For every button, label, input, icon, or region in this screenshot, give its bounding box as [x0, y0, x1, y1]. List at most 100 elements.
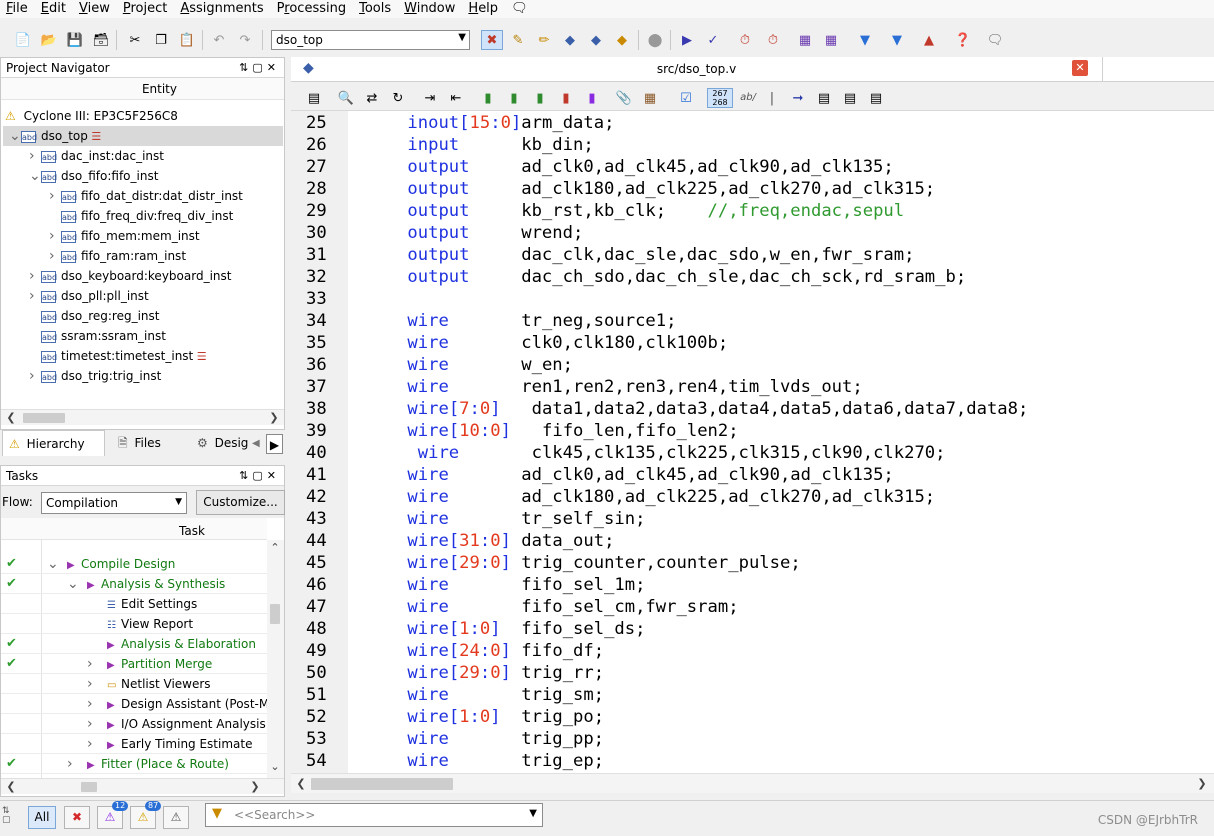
code-line[interactable] [291, 288, 1214, 310]
collapse-icon[interactable]: ⌄ [29, 166, 41, 186]
code-line[interactable]: wire tr_neg,source1; [291, 310, 1214, 332]
start-compilation-icon[interactable]: ▶ [676, 30, 698, 50]
task-row[interactable]: › ▶ Early Timing Estimate [1, 734, 267, 754]
filter-all-button[interactable]: All [28, 806, 56, 829]
undo-icon[interactable]: ↶ [208, 30, 230, 50]
device-row[interactable]: ⚠ Cyclone III: EP3C5F256C8 [5, 106, 178, 126]
code-line[interactable]: wire clk0,clk180,clk100b; [291, 332, 1214, 354]
goto-line-icon[interactable]: ↻ [387, 88, 409, 108]
collapse-icon[interactable]: ⌄ [9, 126, 21, 146]
task-row[interactable]: ✔ ⌄ ▶ Analysis & Synthesis [1, 574, 267, 594]
scroll-left-icon[interactable]: ❮ [293, 776, 309, 792]
rtl-viewer-icon[interactable]: ▦ [820, 30, 842, 50]
pin-planner-icon[interactable]: ✎ [507, 30, 529, 50]
menu-project[interactable]: Project [117, 0, 175, 18]
expand-icon[interactable]: › [29, 366, 41, 386]
tab-files[interactable]: 🗎 Files [112, 430, 184, 456]
code-line[interactable]: output kb_rst,kb_clk; //,freq,endac,sepu… [291, 200, 1214, 222]
task-row[interactable]: ✔ ⌄ ▶ Compile Design [1, 554, 267, 574]
customize-button[interactable]: Customize... [196, 490, 285, 515]
stop-icon[interactable]: ⬤ [644, 30, 666, 50]
code-line[interactable]: wire[24:0] fifo_df; [291, 640, 1214, 662]
filter-suppressed-button[interactable]: ⚠ [163, 806, 189, 829]
tree-item[interactable]: abd ssram:ssram_inst [29, 326, 166, 346]
find-icon[interactable]: 🔍 [335, 88, 357, 108]
scroll-down-icon[interactable]: ⌄ [267, 759, 283, 775]
tab-design-units[interactable]: ⚙ Desig [191, 430, 251, 456]
stopwatch-icon[interactable]: ⏱ [762, 30, 784, 50]
tasks-hscrollbar[interactable]: ❮ ❯ [1, 778, 284, 794]
code-line[interactable]: wire trig_sm; [291, 684, 1214, 706]
open-folder-icon[interactable]: 📂 [38, 30, 60, 50]
tree-item[interactable]: ⌄abd dso_fifo:fifo_inst [29, 166, 158, 186]
word-wrap-icon[interactable]: ab/ [737, 88, 759, 108]
menu-window[interactable]: Window [398, 0, 462, 18]
tree-item[interactable]: › abd fifo_dat_distr:dat_distr_inst [49, 186, 243, 206]
code-line[interactable]: wire tr_self_sin; [291, 508, 1214, 530]
task-column-header[interactable]: Task [1, 518, 267, 540]
analysis-synthesis-icon[interactable]: ✓ [702, 30, 724, 50]
code-line[interactable]: wire[31:0] data_out; [291, 530, 1214, 552]
menu-edit[interactable]: Edit [35, 0, 73, 18]
task-row[interactable]: › ▶ Design Assistant (Post-M [1, 694, 269, 714]
design-partitions-icon[interactable]: ◆ [585, 30, 607, 50]
menu-assignments[interactable]: Assignments [174, 0, 270, 18]
expand-icon[interactable]: › [87, 674, 107, 694]
settings-icon[interactable]: ◆ [559, 30, 581, 50]
scroll-up-icon[interactable]: ⌃ [267, 540, 283, 556]
tree-item[interactable]: › abd dac_inst:dac_inst [29, 146, 164, 166]
expand-icon[interactable]: › [49, 246, 61, 266]
scroll-right-icon[interactable]: ❯ [1194, 776, 1210, 792]
next-bookmark-icon[interactable]: ▮ [503, 88, 525, 108]
expand-icon[interactable]: › [29, 286, 41, 306]
tree-item[interactable]: › abd fifo_mem:mem_inst [49, 226, 200, 246]
expand-icon[interactable]: › [87, 694, 107, 714]
paste-icon[interactable]: 📋 [176, 30, 198, 50]
dock-icon[interactable]: ⇅ ▢ [2, 807, 20, 833]
menu-view[interactable]: View [73, 0, 117, 18]
check-syntax-icon[interactable]: ☑ [675, 88, 697, 108]
code-line[interactable]: wire ad_clk0,ad_clk45,ad_clk90,ad_clk135… [291, 464, 1214, 486]
expand-icon[interactable]: › [49, 226, 61, 246]
code-line[interactable]: wire[7:0] data1,data2,data3,data4,data5,… [291, 398, 1214, 420]
tree-item[interactable]: ⌄abd dso_top ☰ [3, 126, 283, 146]
tree-item[interactable]: abd fifo_freq_div:freq_div_inst [49, 206, 233, 226]
menu-processing[interactable]: Processing [271, 0, 353, 18]
code-line[interactable]: wire[29:0] trig_rr; [291, 662, 1214, 684]
line-numbers-icon[interactable]: 267 268 [707, 88, 733, 108]
expand-icon[interactable]: › [87, 714, 107, 734]
attach-icon[interactable]: 📎 [613, 88, 635, 108]
timing-analyzer-icon[interactable]: ⏱ [734, 30, 756, 50]
navigator-hscrollbar[interactable]: ❮ ❯ [1, 409, 284, 425]
tree-item[interactable]: › abd dso_pll:pll_inst [29, 286, 149, 306]
task-row[interactable]: ✔ › ▶ Fitter (Place & Route) [1, 754, 267, 774]
find-replace-icon[interactable]: ⇄ [361, 88, 383, 108]
code-line[interactable]: wire[1:0] trig_po; [291, 706, 1214, 728]
template-icon[interactable]: ▦ [639, 88, 661, 108]
code-line[interactable]: inout[15:0]arm_data; [291, 112, 1214, 134]
programmer-icon[interactable]: ▼ [854, 30, 876, 50]
assignment-editor-icon[interactable]: ✏ [533, 30, 555, 50]
cursor-icon[interactable]: | [761, 88, 783, 108]
bookmark-list-icon[interactable]: ▮ [581, 88, 603, 108]
expand-icon[interactable]: › [87, 654, 107, 674]
format-icon[interactable]: ▤ [865, 88, 887, 108]
copy-icon[interactable]: ❐ [150, 30, 172, 50]
tab-scroll-left-icon[interactable]: ◀ [252, 434, 266, 454]
filter-error-button[interactable]: ✖ [64, 806, 90, 829]
code-line[interactable]: input kb_din; [291, 134, 1214, 156]
expand-icon[interactable]: › [67, 754, 87, 774]
code-line[interactable]: wire trig_ep; [291, 750, 1214, 772]
editor-hscrollbar[interactable]: ❮ ❯ [291, 773, 1214, 793]
save-all-icon[interactable]: 🗃 [90, 30, 112, 50]
flow-select[interactable]: Compilation ▼ [41, 492, 187, 514]
new-file-icon[interactable]: 📄 [12, 30, 34, 50]
tree-item[interactable]: › abd dso_trig:trig_inst [29, 366, 161, 386]
outdent-icon[interactable]: ⇤ [445, 88, 467, 108]
right-arrow-icon[interactable]: ➞ [787, 88, 809, 108]
task-row[interactable]: ☷ View Report [1, 614, 267, 634]
scroll-left-icon[interactable]: ❮ [3, 410, 19, 426]
scroll-right-icon[interactable]: ❯ [247, 779, 263, 795]
scroll-left-icon[interactable]: ❮ [3, 779, 19, 795]
clear-bookmarks-icon[interactable]: ▮ [555, 88, 577, 108]
